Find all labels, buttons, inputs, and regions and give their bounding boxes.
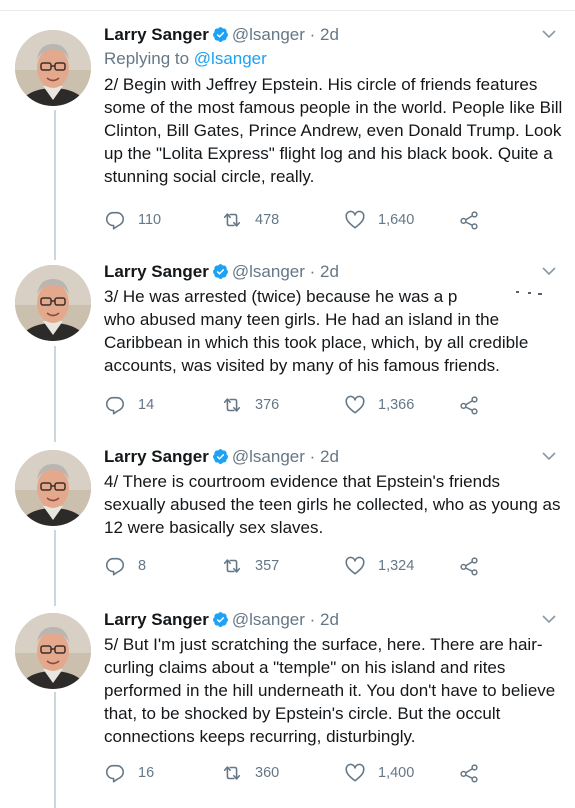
verified-badge-icon (212, 27, 228, 42)
like-count: 1,366 (378, 397, 415, 413)
retweet-icon (223, 559, 241, 573)
reply-icon (105, 396, 125, 415)
like-heart-icon (345, 395, 365, 414)
chevron-down-icon[interactable] (541, 265, 557, 277)
chevron-down-icon[interactable] (541, 450, 557, 462)
share-icon (460, 211, 478, 230)
retweet-count: 376 (255, 397, 280, 413)
retweet-icon (223, 398, 241, 412)
like-button[interactable]: 1,640 (344, 208, 414, 232)
chevron-down-icon[interactable] (541, 28, 557, 40)
verified-badge-icon (212, 612, 228, 627)
artifact-mark (538, 293, 542, 295)
replying-to: Replying to @lsanger (104, 47, 563, 71)
tweet-text: 5/ But I'm just scratching the surface, … (104, 635, 556, 746)
author-name[interactable]: Larry Sanger (104, 447, 209, 466)
artifact-mark (528, 292, 531, 294)
author-name[interactable]: Larry Sanger (104, 610, 209, 629)
tweet-header: Larry Sanger @lsanger · 2d (104, 24, 563, 46)
retweet-button[interactable]: 478 (221, 208, 279, 232)
retweet-icon (223, 213, 241, 227)
timestamp[interactable]: 2d (320, 25, 339, 44)
author-handle[interactable]: @lsanger (232, 262, 305, 281)
replying-to-label: Replying to (104, 49, 194, 68)
retweet-button[interactable]: 357 (221, 554, 279, 578)
share-button[interactable] (458, 554, 492, 578)
author-handle[interactable]: @lsanger (232, 447, 305, 466)
timestamp[interactable]: 2d (320, 610, 339, 629)
verified-badge-icon (212, 449, 228, 464)
retweet-button[interactable]: 376 (221, 393, 279, 417)
tweet-header: Larry Sanger @lsanger · 2d (104, 261, 563, 283)
author-handle[interactable]: @lsanger (232, 610, 305, 629)
avatar[interactable] (15, 30, 91, 106)
author-name[interactable]: Larry Sanger (104, 262, 209, 281)
reply-icon (105, 211, 125, 230)
verified-badge-icon (212, 264, 228, 279)
tweet-header: Larry Sanger @lsanger · 2d (104, 446, 563, 468)
reply-button[interactable]: 16 (104, 761, 154, 785)
reply-button[interactable]: 8 (104, 554, 146, 578)
like-heart-icon (345, 763, 365, 782)
tweet-actions: 14 376 1,366 (104, 393, 544, 417)
timestamp[interactable]: 2d (320, 262, 339, 281)
like-button[interactable]: 1,324 (344, 554, 414, 578)
reply-count: 14 (138, 397, 155, 413)
share-icon (460, 557, 478, 576)
tweet-text: 3/ He was arrested (twice) because he wa… (104, 287, 529, 375)
reply-count: 110 (138, 212, 162, 228)
tweet[interactable]: Larry Sanger @lsanger · 2d 5/ But I'm jus… (0, 605, 575, 808)
retweet-count: 357 (255, 558, 280, 574)
reply-icon (105, 764, 125, 783)
chevron-down-icon[interactable] (541, 613, 557, 625)
share-icon (460, 764, 478, 783)
separator-dot: · (309, 610, 316, 629)
tweet-text: 4/ There is courtroom evidence that Epst… (104, 472, 561, 537)
tweet-text: 2/ Begin with Jeffrey Epstein. His circl… (104, 75, 563, 186)
avatar[interactable] (15, 450, 91, 526)
reply-count: 16 (138, 765, 155, 781)
share-button[interactable] (458, 393, 492, 417)
like-count: 1,640 (378, 212, 415, 228)
like-button[interactable]: 1,366 (344, 393, 414, 417)
timestamp[interactable]: 2d (320, 447, 339, 466)
like-button[interactable]: 1,400 (344, 761, 414, 785)
retweet-count: 360 (255, 765, 280, 781)
retweet-button[interactable]: 360 (221, 761, 279, 785)
reply-button[interactable]: 110 (104, 208, 161, 232)
tweet[interactable]: Larry Sanger @lsanger · 2d Replying to @l… (0, 0, 575, 255)
reply-button[interactable]: 14 (104, 393, 154, 417)
tweet-header: Larry Sanger @lsanger · 2d (104, 609, 563, 631)
like-heart-icon (345, 556, 365, 575)
tweet-actions: 16 360 1,400 (104, 761, 544, 785)
separator-dot: · (309, 25, 316, 44)
reply-icon (105, 557, 125, 576)
separator-dot: · (309, 262, 316, 281)
replying-to-handle[interactable]: @lsanger (194, 49, 267, 68)
author-name[interactable]: Larry Sanger (104, 25, 209, 44)
share-button[interactable] (458, 761, 492, 785)
tweet[interactable]: Larry Sanger @lsanger · 2d 4/ There is co… (0, 440, 575, 605)
retweet-count: 478 (255, 212, 280, 228)
share-icon (460, 396, 478, 415)
like-count: 1,400 (378, 765, 415, 781)
avatar[interactable] (15, 265, 91, 341)
retweet-icon (223, 766, 241, 780)
reply-count: 8 (138, 558, 147, 574)
tweet-actions: 110 478 1,640 (104, 208, 544, 232)
artifact-mark (516, 291, 519, 293)
like-count: 1,324 (378, 558, 415, 574)
tweet-actions: 8 357 1,324 (104, 554, 544, 578)
avatar[interactable] (15, 613, 91, 689)
author-handle[interactable]: @lsanger (232, 25, 305, 44)
like-heart-icon (345, 210, 365, 229)
separator-dot: · (309, 447, 316, 466)
share-button[interactable] (458, 208, 492, 232)
tweet[interactable]: Larry Sanger @lsanger · 2d 3/ He was arre… (0, 255, 575, 440)
